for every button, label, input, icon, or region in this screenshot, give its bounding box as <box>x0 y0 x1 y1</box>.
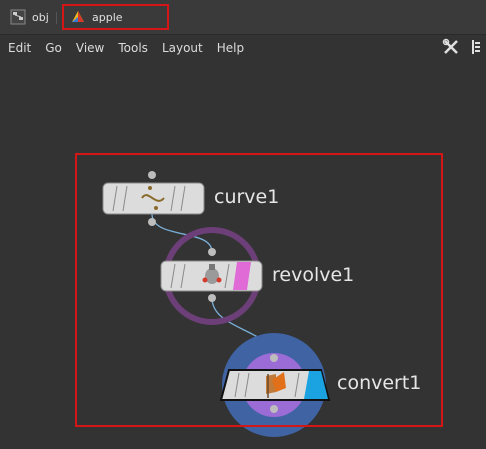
path-bar: obj apple <box>0 0 486 35</box>
breadcrumb-apple-label: apple <box>92 10 123 24</box>
tools-wrench-icon[interactable] <box>442 38 460 59</box>
breadcrumb-obj[interactable]: obj <box>10 6 49 28</box>
breadcrumb-obj-label: obj <box>32 10 49 24</box>
list-view-icon[interactable] <box>470 38 482 59</box>
selection-highlight-box <box>75 153 443 427</box>
menu-bar: Edit Go View Tools Layout Help <box>0 36 486 60</box>
menu-tools[interactable]: Tools <box>118 41 148 55</box>
menu-right-tools <box>432 38 482 59</box>
obj-network-icon <box>10 9 26 25</box>
breadcrumb-separator <box>56 12 57 24</box>
menu-view[interactable]: View <box>76 41 104 55</box>
menu-go[interactable]: Go <box>45 41 62 55</box>
menu-layout[interactable]: Layout <box>162 41 203 55</box>
geometry-object-icon <box>72 11 84 22</box>
breadcrumb-apple[interactable]: apple <box>62 4 169 30</box>
menu-help[interactable]: Help <box>217 41 244 55</box>
menu-edit[interactable]: Edit <box>8 41 31 55</box>
